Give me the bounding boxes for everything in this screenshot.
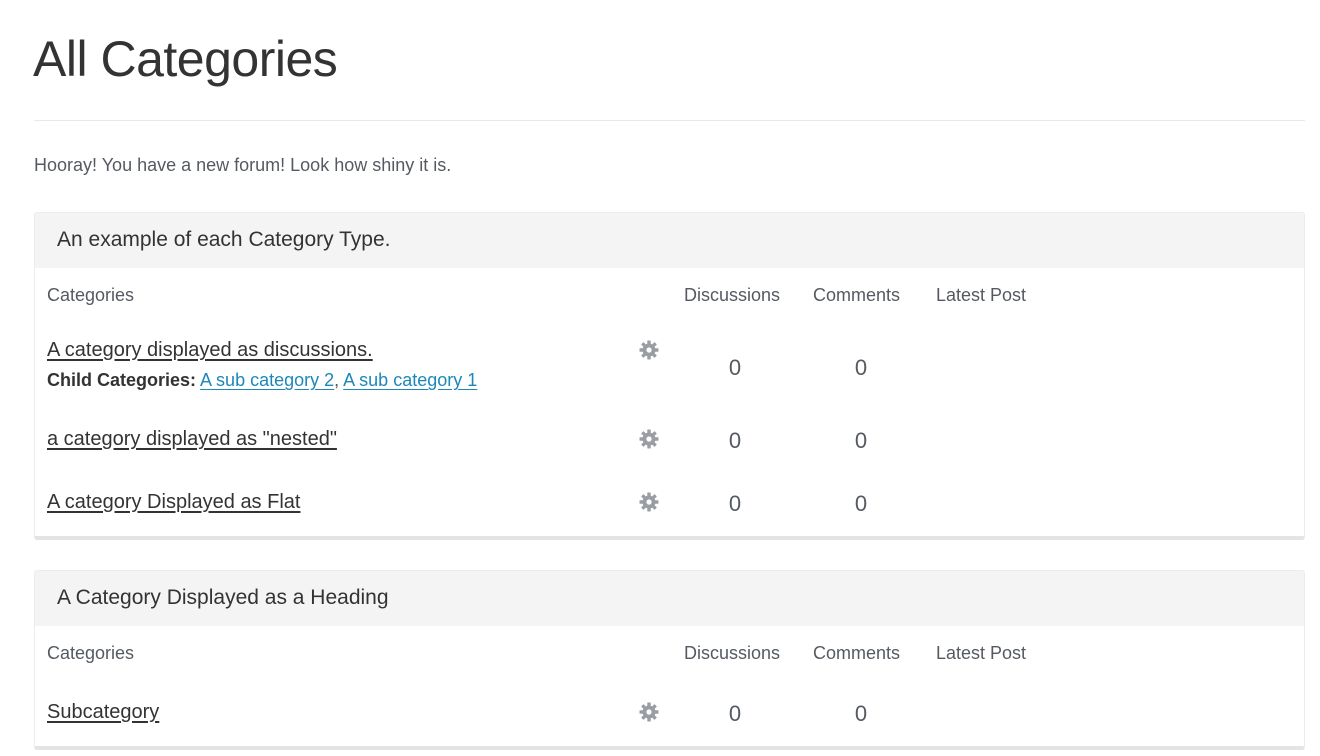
column-header-comments: Comments (813, 643, 901, 663)
column-header-comments: Comments (813, 285, 901, 305)
category-group-heading: An example of each Category Type. (57, 228, 391, 251)
gear-icon[interactable] (639, 429, 659, 449)
column-header-categories: Categories (47, 643, 135, 663)
category-table-header: An example of each Category Type. (35, 213, 1304, 268)
category-link[interactable]: a category displayed as "nested" (47, 428, 337, 451)
page: All Categories Hooray! You have a new fo… (0, 0, 1320, 756)
discussion-count: 0 (728, 701, 742, 726)
discussion-count: 0 (728, 428, 742, 453)
gear-icon[interactable] (639, 702, 659, 722)
child-category-link[interactable]: A sub category 1 (343, 370, 477, 390)
gear-icon[interactable] (639, 492, 659, 512)
child-separator: , (334, 370, 344, 390)
child-category-link[interactable]: A sub category 2 (200, 370, 334, 390)
category-row: Subcategory 0 0 (35, 699, 1304, 739)
category-link[interactable]: A category Displayed as Flat (47, 491, 300, 514)
comment-count: 0 (854, 355, 868, 380)
category-group-heading: A Category Displayed as a Heading (57, 586, 389, 609)
category-table-header: A Category Displayed as a Heading (35, 571, 1304, 626)
column-header-latest-post: Latest Post (936, 643, 1027, 663)
title-divider (34, 120, 1305, 121)
category-row: A category displayed as discussions. Chi… (35, 337, 1304, 399)
column-header-categories: Categories (47, 285, 135, 305)
column-header-discussions: Discussions (684, 643, 781, 663)
forum-description: Hooray! You have a new forum! Look how s… (34, 155, 452, 175)
comment-count: 0 (854, 701, 868, 726)
child-categories: Child Categories: A sub category 2, A su… (47, 370, 477, 391)
category-table: A Category Displayed as a Heading Catego… (34, 570, 1305, 750)
category-link[interactable]: Subcategory (47, 701, 159, 724)
category-table: An example of each Category Type. Catego… (34, 212, 1305, 540)
comment-count: 0 (854, 428, 868, 453)
page-title: All Categories (33, 31, 338, 87)
discussion-count: 0 (728, 491, 742, 516)
category-link[interactable]: A category displayed as discussions. (47, 339, 373, 362)
gear-icon[interactable] (639, 340, 659, 360)
column-header-discussions: Discussions (684, 285, 781, 305)
column-header-latest-post: Latest Post (936, 285, 1027, 305)
discussion-count: 0 (728, 355, 742, 380)
comment-count: 0 (854, 491, 868, 516)
child-categories-label: Child Categories: (47, 370, 197, 390)
category-row: a category displayed as "nested" 0 0 (35, 426, 1304, 466)
category-row: A category Displayed as Flat 0 0 (35, 489, 1304, 529)
